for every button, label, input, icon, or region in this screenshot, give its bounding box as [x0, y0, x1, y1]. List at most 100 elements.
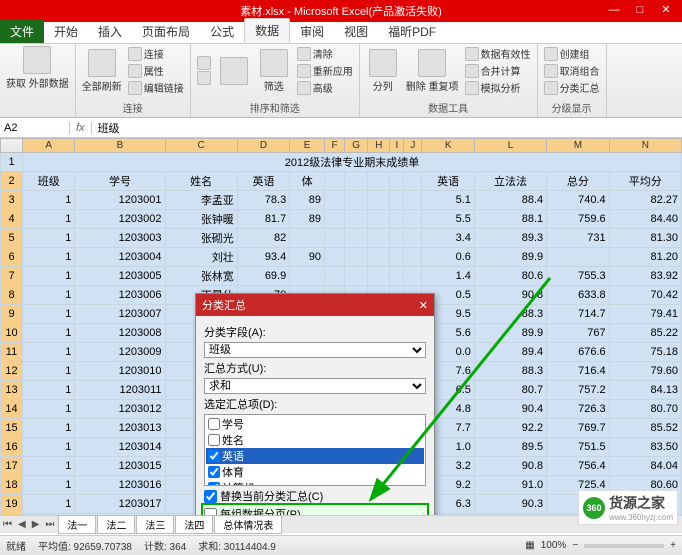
data-cell[interactable]: 1203011: [75, 381, 165, 400]
clear-filter-button[interactable]: 清除: [297, 46, 353, 61]
data-cell[interactable]: 81.20: [609, 248, 681, 267]
data-cell[interactable]: 84.04: [609, 457, 681, 476]
data-cell[interactable]: [290, 267, 325, 286]
data-cell[interactable]: [345, 229, 368, 248]
data-cell[interactable]: 716.4: [547, 362, 609, 381]
data-cell[interactable]: 82: [237, 229, 289, 248]
dialog-close-icon[interactable]: ✕: [419, 299, 428, 312]
data-cell[interactable]: 90.8: [474, 457, 546, 476]
data-cell[interactable]: 1: [23, 381, 75, 400]
data-cell[interactable]: [368, 267, 390, 286]
data-cell[interactable]: 1: [23, 457, 75, 476]
maximize-button[interactable]: □: [628, 3, 652, 19]
col-header[interactable]: I: [390, 139, 404, 153]
data-cell[interactable]: 676.6: [547, 343, 609, 362]
tab-file[interactable]: 文件: [0, 20, 44, 43]
data-cell[interactable]: 89.4: [474, 343, 546, 362]
data-cell[interactable]: 0.6: [422, 248, 474, 267]
data-cell[interactable]: 633.8: [547, 286, 609, 305]
data-cell[interactable]: 1: [23, 362, 75, 381]
data-cell[interactable]: 85.22: [609, 324, 681, 343]
items-listbox[interactable]: 学号姓名英语体育计算机近代史: [204, 414, 426, 486]
data-cell[interactable]: 1203015: [75, 457, 165, 476]
data-cell[interactable]: 1: [23, 419, 75, 438]
data-cell[interactable]: 88.4: [474, 191, 546, 210]
data-cell[interactable]: 88.3: [474, 305, 546, 324]
tab-review[interactable]: 审阅: [290, 20, 334, 43]
data-cell[interactable]: 1203008: [75, 324, 165, 343]
data-cell[interactable]: [368, 191, 390, 210]
data-cell[interactable]: 90.3: [474, 495, 546, 514]
data-cell[interactable]: 1203014: [75, 438, 165, 457]
data-cell[interactable]: 88.1: [474, 210, 546, 229]
data-cell[interactable]: 刘壮: [165, 248, 237, 267]
data-cell[interactable]: 93.4: [237, 248, 289, 267]
data-cell[interactable]: 69.9: [237, 267, 289, 286]
data-cell[interactable]: [325, 210, 345, 229]
tab-data[interactable]: 数据: [244, 18, 290, 43]
worksheet[interactable]: ABCDEFGHIJKLMN12012级法律专业期末成绩单2班级学号姓名英语体 …: [0, 138, 682, 518]
data-cell[interactable]: 78.3: [237, 191, 289, 210]
col-header[interactable]: E: [290, 139, 325, 153]
data-cell[interactable]: 1203010: [75, 362, 165, 381]
header-cell[interactable]: 英语: [422, 172, 474, 191]
data-cell[interactable]: 90.8: [474, 286, 546, 305]
data-cell[interactable]: [345, 248, 368, 267]
undo-icon[interactable]: [44, 4, 58, 18]
tab-nav-first[interactable]: ⏮: [0, 519, 15, 530]
data-cell[interactable]: [404, 229, 422, 248]
col-header[interactable]: B: [75, 139, 165, 153]
what-if-button[interactable]: 模拟分析: [465, 80, 531, 95]
row-header[interactable]: 1: [1, 153, 23, 172]
col-header[interactable]: N: [609, 139, 681, 153]
remove-duplicates-button[interactable]: 删除 重复项: [406, 49, 459, 93]
data-cell[interactable]: 83.50: [609, 438, 681, 457]
view-normal-icon[interactable]: ▦: [525, 540, 534, 551]
sort-asc-button[interactable]: [197, 56, 211, 70]
data-cell[interactable]: 1: [23, 210, 75, 229]
data-cell[interactable]: 1: [23, 324, 75, 343]
header-cell[interactable]: [325, 172, 345, 191]
row-header[interactable]: 13: [1, 381, 23, 400]
data-cell[interactable]: 5.5: [422, 210, 474, 229]
data-cell[interactable]: 1203009: [75, 343, 165, 362]
row-header[interactable]: 18: [1, 476, 23, 495]
filter-button[interactable]: 筛选: [257, 49, 291, 93]
data-cell[interactable]: 714.7: [547, 305, 609, 324]
row-header[interactable]: 3: [1, 191, 23, 210]
col-header[interactable]: J: [404, 139, 422, 153]
method-select[interactable]: 求和: [204, 378, 426, 394]
data-cell[interactable]: [404, 248, 422, 267]
connections-button[interactable]: 连接: [128, 46, 184, 61]
data-cell[interactable]: 3.4: [422, 229, 474, 248]
tab-nav-last[interactable]: ⏭: [42, 519, 57, 530]
formula-value[interactable]: 班级: [92, 120, 126, 136]
list-item[interactable]: 英语: [206, 448, 424, 464]
data-cell[interactable]: 1203004: [75, 248, 165, 267]
data-cell[interactable]: [345, 210, 368, 229]
data-cell[interactable]: 90: [290, 248, 325, 267]
data-cell[interactable]: 91.0: [474, 476, 546, 495]
data-cell[interactable]: 1: [23, 438, 75, 457]
data-cell[interactable]: [404, 210, 422, 229]
data-cell[interactable]: 88.3: [474, 362, 546, 381]
refresh-all-button[interactable]: 全部刷新: [82, 49, 122, 93]
field-select[interactable]: 班级: [204, 342, 426, 358]
data-cell[interactable]: 80.70: [609, 400, 681, 419]
data-cell[interactable]: 81.7: [237, 210, 289, 229]
tab-formula[interactable]: 公式: [200, 20, 244, 43]
data-cell[interactable]: 755.3: [547, 267, 609, 286]
col-header[interactable]: D: [237, 139, 289, 153]
tab-home[interactable]: 开始: [44, 20, 88, 43]
data-cell[interactable]: [390, 229, 404, 248]
data-cell[interactable]: [368, 248, 390, 267]
header-cell[interactable]: 学号: [75, 172, 165, 191]
data-cell[interactable]: 1203016: [75, 476, 165, 495]
fx-icon[interactable]: fx: [70, 122, 92, 134]
tab-nav-next[interactable]: ▶: [29, 519, 43, 530]
group-button[interactable]: 创建组: [544, 46, 600, 61]
data-cell[interactable]: [368, 229, 390, 248]
col-header[interactable]: F: [325, 139, 345, 153]
tab-insert[interactable]: 插入: [88, 20, 132, 43]
data-cell[interactable]: [404, 191, 422, 210]
